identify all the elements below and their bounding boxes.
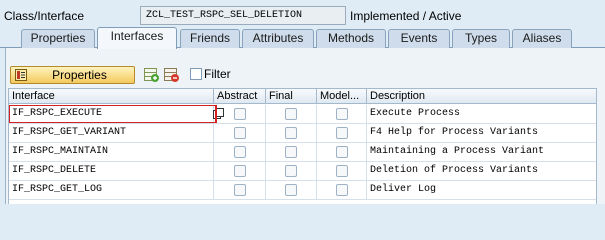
- table-row[interactable]: IF_RSPC_GET_LOG Deliver Log: [9, 181, 596, 200]
- abstract-checkbox[interactable]: [234, 165, 246, 177]
- tab-interfaces[interactable]: Interfaces: [97, 27, 177, 49]
- table-header: Interface Abstract Final Model... Descri…: [9, 89, 596, 104]
- description-cell[interactable]: Deletion of Process Variants: [367, 162, 596, 180]
- column-header-abstract[interactable]: Abstract: [214, 89, 266, 104]
- description-cell[interactable]: Deliver Log: [367, 181, 596, 199]
- interface-cell[interactable]: IF_RSPC_DELETE: [9, 162, 214, 180]
- description-cell[interactable]: Maintaining a Process Variant: [367, 143, 596, 161]
- table-row[interactable]: IF_RSPC_DELETE Deletion of Process Varia…: [9, 162, 596, 181]
- tab-events[interactable]: Events: [388, 29, 450, 48]
- description-cell[interactable]: Execute Process: [367, 105, 596, 123]
- add-row-icon[interactable]: [143, 66, 160, 83]
- tab-properties[interactable]: Properties: [21, 29, 95, 48]
- tab-friends[interactable]: Friends: [180, 29, 240, 48]
- table-row[interactable]: IF_RSPC_GET_VARIANT F4 Help for Process …: [9, 124, 596, 143]
- tab-types[interactable]: Types: [452, 29, 510, 48]
- abstract-checkbox[interactable]: [234, 108, 246, 120]
- interface-cell[interactable]: IF_RSPC_MAINTAIN: [9, 143, 214, 161]
- modeled-checkbox[interactable]: [336, 108, 348, 120]
- column-header-interface[interactable]: Interface: [9, 89, 214, 104]
- abstract-checkbox[interactable]: [234, 184, 246, 196]
- abstract-checkbox[interactable]: [234, 146, 246, 158]
- table-row[interactable]: IF_RSPC_EXECUTE Execute Process: [9, 105, 596, 124]
- interface-cell[interactable]: IF_RSPC_GET_LOG: [9, 181, 214, 199]
- column-header-final[interactable]: Final: [266, 89, 317, 104]
- tab-strip: Properties Interfaces Friends Attributes…: [0, 27, 605, 49]
- table-row[interactable]: IF_RSPC_MAINTAIN Maintaining a Process V…: [9, 143, 596, 162]
- filter-checkbox[interactable]: [190, 68, 202, 80]
- modeled-checkbox[interactable]: [336, 184, 348, 196]
- final-checkbox[interactable]: [285, 165, 297, 177]
- column-header-modeled[interactable]: Model...: [317, 89, 367, 104]
- abstract-checkbox[interactable]: [234, 127, 246, 139]
- properties-button-label: Properties: [52, 68, 107, 82]
- class-status: Implemented / Active: [350, 9, 462, 23]
- modeled-checkbox[interactable]: [336, 146, 348, 158]
- filter-label: Filter: [204, 67, 231, 81]
- description-cell[interactable]: F4 Help for Process Variants: [367, 124, 596, 142]
- final-checkbox[interactable]: [285, 146, 297, 158]
- modeled-checkbox[interactable]: [336, 127, 348, 139]
- column-header-description[interactable]: Description: [367, 89, 596, 104]
- class-interface-label: Class/Interface: [4, 9, 85, 23]
- modeled-checkbox[interactable]: [336, 165, 348, 177]
- final-checkbox[interactable]: [285, 108, 297, 120]
- tab-attributes[interactable]: Attributes: [242, 29, 314, 48]
- final-checkbox[interactable]: [285, 184, 297, 196]
- tab-methods[interactable]: Methods: [316, 29, 386, 48]
- delete-row-icon[interactable]: [163, 66, 180, 83]
- interface-cell[interactable]: IF_RSPC_GET_VARIANT: [9, 124, 214, 142]
- interface-cell[interactable]: IF_RSPC_EXECUTE: [9, 105, 214, 123]
- properties-button[interactable]: Properties: [10, 66, 135, 84]
- final-checkbox[interactable]: [285, 127, 297, 139]
- tab-aliases[interactable]: Aliases: [512, 29, 572, 48]
- interfaces-table: Interface Abstract Final Model... Descri…: [8, 88, 597, 204]
- class-interface-field[interactable]: ZCL_TEST_RSPC_SEL_DELETION: [140, 6, 346, 25]
